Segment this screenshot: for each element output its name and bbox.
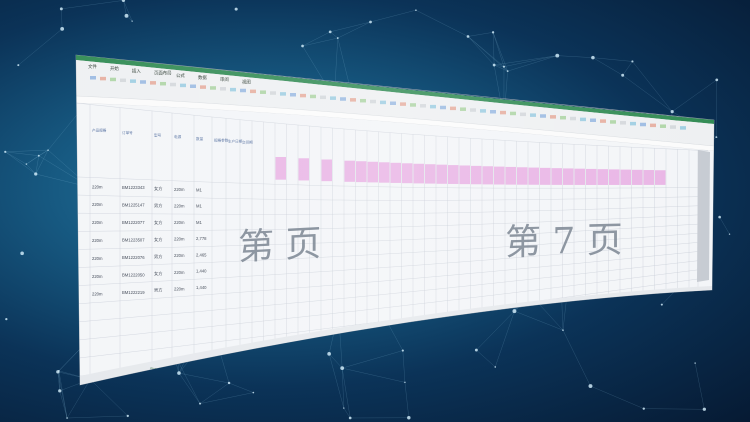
page-watermark-right: 第 7 页 <box>505 220 623 264</box>
page-watermark-left: 第 页 <box>238 223 321 268</box>
spreadsheet-window: 文件开始插入页面布局公式数据审阅视图 产品规格订单号型号电源数量规格参数生产日期… <box>75 54 715 386</box>
sheet-tab[interactable]: Sheet2 <box>180 364 192 368</box>
